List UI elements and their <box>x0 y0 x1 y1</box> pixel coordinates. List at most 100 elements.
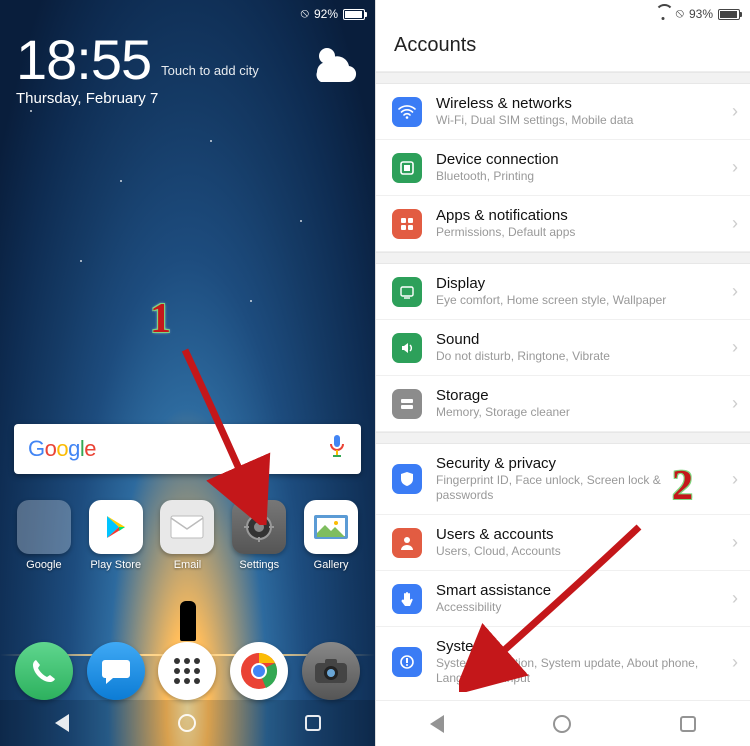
dock-phone[interactable] <box>11 642 77 700</box>
row-sub: Permissions, Default apps <box>436 225 718 240</box>
row-sound[interactable]: SoundDo not disturb, Ringtone, Vibrate › <box>376 320 750 376</box>
navbar-left <box>0 700 375 746</box>
shield-icon <box>392 464 422 494</box>
row-sub: Accessibility <box>436 600 718 615</box>
wifi-settings-icon <box>392 97 422 127</box>
nav-back-icon[interactable] <box>55 714 69 732</box>
row-sub: Eye comfort, Home screen style, Wallpape… <box>436 293 718 308</box>
clock-add-city[interactable]: Touch to add city <box>161 63 259 78</box>
users-icon <box>392 528 422 558</box>
section-gap <box>376 72 750 84</box>
apps-icon <box>392 209 422 239</box>
dock-camera[interactable] <box>298 642 364 700</box>
weather-icon[interactable] <box>309 42 357 87</box>
battery-percent: 92% <box>314 7 338 21</box>
row-title: Smart assistance <box>436 582 718 599</box>
app-label: Play Store <box>90 559 141 571</box>
nav-recent-icon[interactable] <box>680 716 696 732</box>
dock-drawer[interactable] <box>154 642 220 700</box>
dock-messages[interactable] <box>83 642 149 700</box>
google-search-bar[interactable]: Google <box>14 424 361 474</box>
app-label: Email <box>174 559 202 571</box>
phone-icon <box>15 642 73 700</box>
row-sub: Bluetooth, Printing <box>436 169 718 184</box>
row-system[interactable]: SystemSystem navigation, System update, … <box>376 627 750 697</box>
settings-list[interactable]: Wireless & networksWi-Fi, Dual SIM setti… <box>376 72 750 700</box>
row-title: Wireless & networks <box>436 95 718 112</box>
sound-icon <box>392 333 422 363</box>
chrome-icon <box>230 642 288 700</box>
chevron-right-icon: › <box>732 588 738 609</box>
folder-icon <box>17 500 71 554</box>
settings-screen: ⦸ 93% Accounts Wireless & networksWi-Fi,… <box>375 0 750 746</box>
row-smart-assistance[interactable]: Smart assistanceAccessibility › <box>376 571 750 627</box>
row-title: Storage <box>436 387 718 404</box>
app-playstore[interactable]: Play Store <box>83 500 149 571</box>
row-users[interactable]: Users & accountsUsers, Cloud, Accounts › <box>376 515 750 571</box>
app-label: Settings <box>239 559 279 571</box>
playstore-icon <box>89 500 143 554</box>
clock-time: 18:55 <box>16 32 151 88</box>
dock <box>0 642 375 700</box>
app-google-folder[interactable]: Google <box>11 500 77 571</box>
row-sub: Memory, Storage cleaner <box>436 405 718 420</box>
google-logo: Google <box>28 436 96 462</box>
chevron-right-icon: › <box>732 101 738 122</box>
row-sub: Fingerprint ID, Face unlock, Screen lock… <box>436 473 718 503</box>
row-storage[interactable]: StorageMemory, Storage cleaner › <box>376 376 750 432</box>
hand-icon <box>392 584 422 614</box>
row-sub: Do not disturb, Ringtone, Vibrate <box>436 349 718 364</box>
row-display[interactable]: DisplayEye comfort, Home screen style, W… <box>376 264 750 320</box>
row-apps-notifications[interactable]: Apps & notificationsPermissions, Default… <box>376 196 750 252</box>
homescreen: ⦸ 92% 18:55 Touch to add city Thursday, … <box>0 0 375 746</box>
email-icon <box>160 500 214 554</box>
navbar-right <box>376 700 750 746</box>
row-sub: System navigation, System update, About … <box>436 656 718 686</box>
wifi-icon <box>655 8 670 20</box>
row-security[interactable]: Security & privacyFingerprint ID, Face u… <box>376 444 750 515</box>
row-title: System <box>436 638 718 655</box>
device-icon <box>392 153 422 183</box>
row-device-connection[interactable]: Device connectionBluetooth, Printing › <box>376 140 750 196</box>
app-gallery[interactable]: Gallery <box>298 500 364 571</box>
stars-deco <box>0 0 375 746</box>
nav-recent-icon[interactable] <box>305 715 321 731</box>
display-icon <box>392 277 422 307</box>
mic-icon[interactable] <box>327 434 347 465</box>
gallery-icon <box>304 500 358 554</box>
battery-percent: 93% <box>689 7 713 21</box>
row-title: Security & privacy <box>436 455 718 472</box>
app-settings[interactable]: Settings <box>226 500 292 571</box>
section-gap <box>376 252 750 264</box>
app-label: Gallery <box>314 559 349 571</box>
row-sub: Users, Cloud, Accounts <box>436 544 718 559</box>
no-sim-icon: ⦸ <box>300 5 308 21</box>
battery-icon <box>343 9 365 20</box>
row-title: Users & accounts <box>436 526 718 543</box>
no-sim-icon: ⦸ <box>675 5 683 21</box>
row-title: Display <box>436 275 718 292</box>
drawer-icon <box>158 642 216 700</box>
app-row: Google Play Store Email Settings Gallery <box>0 500 375 571</box>
nav-home-icon[interactable] <box>178 714 196 732</box>
app-email[interactable]: Email <box>154 500 220 571</box>
settings-icon <box>232 500 286 554</box>
row-sub: Wi-Fi, Dual SIM settings, Mobile data <box>436 113 718 128</box>
statusbar-right: ⦸ 93% <box>376 0 750 24</box>
chevron-right-icon: › <box>732 652 738 673</box>
nav-back-icon[interactable] <box>430 715 444 733</box>
dock-chrome[interactable] <box>226 642 292 700</box>
chevron-right-icon: › <box>732 157 738 178</box>
camera-icon <box>302 642 360 700</box>
chevron-right-icon: › <box>732 337 738 358</box>
chevron-right-icon: › <box>732 393 738 414</box>
system-icon <box>392 647 422 677</box>
statusbar-left: ⦸ 92% <box>0 0 375 24</box>
nav-home-icon[interactable] <box>553 715 571 733</box>
section-gap <box>376 432 750 444</box>
storage-icon <box>392 389 422 419</box>
chevron-right-icon: › <box>732 213 738 234</box>
row-wireless[interactable]: Wireless & networksWi-Fi, Dual SIM setti… <box>376 84 750 140</box>
clock-date: Thursday, February 7 <box>16 90 359 107</box>
chevron-right-icon: › <box>732 469 738 490</box>
